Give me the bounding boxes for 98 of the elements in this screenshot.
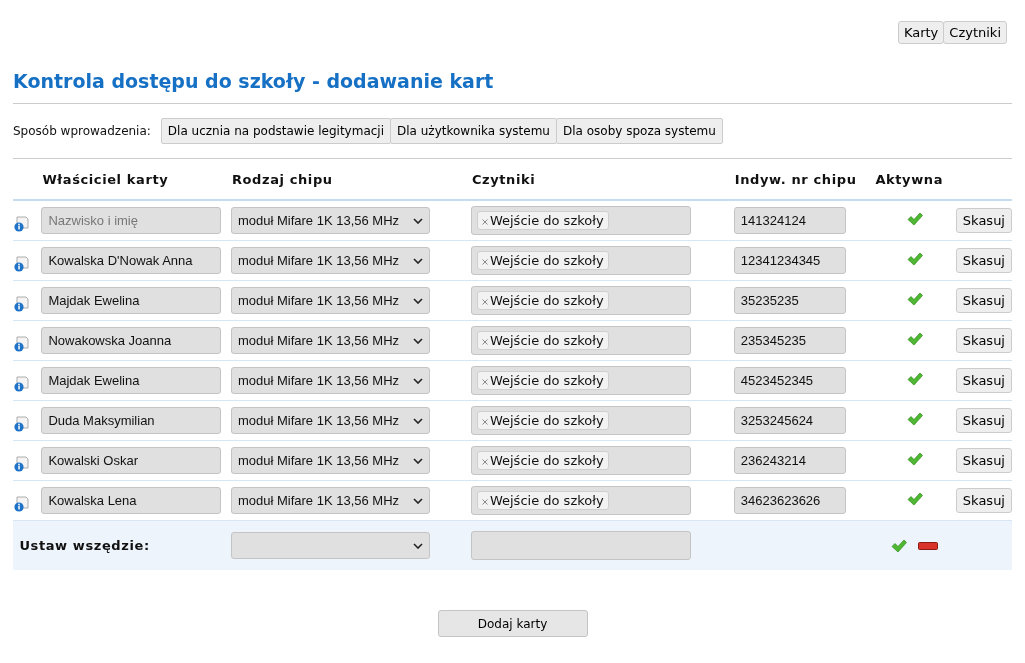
chevron-down-icon bbox=[412, 217, 423, 224]
chip-select[interactable]: moduł Mifare 1K 13,56 MHz bbox=[230, 327, 430, 354]
chip-number-field[interactable]: 12341234345 bbox=[733, 247, 846, 274]
column-header: Właściciel karty bbox=[42, 171, 169, 187]
chip-number-field[interactable]: 34623623626 bbox=[733, 487, 846, 514]
reader-tag[interactable]: Wejście do szkoły bbox=[476, 451, 609, 470]
set-everywhere-label: Ustaw wszędzie: bbox=[19, 538, 150, 553]
checkmark-icon[interactable] bbox=[907, 252, 924, 266]
checkmark-icon[interactable] bbox=[907, 372, 924, 386]
chevron-down-icon bbox=[412, 457, 423, 464]
remove-icon[interactable] bbox=[481, 299, 488, 305]
remove-icon[interactable] bbox=[481, 259, 488, 265]
page-title: Kontrola dostępu do szkoły - dodawanie kart bbox=[13, 70, 495, 92]
reader-tag[interactable]: Wejście do szkoły bbox=[476, 371, 609, 390]
name-field[interactable]: Nazwisko i imię bbox=[41, 207, 222, 234]
readers-field[interactable] bbox=[470, 531, 691, 560]
checkmark-icon[interactable] bbox=[907, 452, 924, 466]
method-button[interactable]: Dla osoby spoza systemu bbox=[555, 118, 723, 144]
readers-field[interactable]: Wejście do szkoły bbox=[470, 446, 691, 475]
chevron-down-icon bbox=[412, 497, 423, 504]
add-cards-button[interactable]: Dodaj karty bbox=[437, 610, 588, 637]
info-icon[interactable] bbox=[13, 335, 29, 352]
readers-field[interactable]: Wejście do szkoły bbox=[470, 486, 691, 515]
chip-number-field[interactable]: 3253245624 bbox=[733, 407, 846, 434]
chip-select[interactable]: moduł Mifare 1K 13,56 MHz bbox=[230, 287, 430, 314]
chip-number-field[interactable]: 4523452345 bbox=[733, 367, 846, 394]
name-field[interactable]: Duda Maksymilian bbox=[41, 407, 222, 434]
chip-number-field[interactable]: 35235235 bbox=[733, 287, 846, 314]
readers-field[interactable]: Wejście do szkoły bbox=[470, 206, 691, 235]
chip-select[interactable]: moduł Mifare 1K 13,56 MHz bbox=[230, 207, 430, 234]
name-field[interactable]: Majdak Ewelina bbox=[41, 367, 222, 394]
name-field[interactable]: Kowalski Oskar bbox=[41, 447, 222, 474]
reader-tag[interactable]: Wejście do szkoły bbox=[476, 331, 609, 350]
column-header: Indyw. nr chipu bbox=[734, 171, 857, 187]
readers-field[interactable]: Wejście do szkoły bbox=[470, 326, 691, 355]
chip-number-field[interactable]: 141324124 bbox=[733, 207, 846, 234]
checkmark-icon[interactable] bbox=[907, 412, 924, 426]
checkmark-icon[interactable] bbox=[891, 538, 908, 553]
nav-button[interactable]: Karty bbox=[897, 21, 945, 44]
reader-tag[interactable]: Wejście do szkoły bbox=[476, 491, 609, 510]
info-icon[interactable] bbox=[13, 495, 29, 512]
delete-button[interactable]: Skasuj bbox=[955, 488, 1012, 513]
chevron-down-icon bbox=[412, 542, 423, 549]
delete-button[interactable]: Skasuj bbox=[955, 288, 1012, 313]
info-icon[interactable] bbox=[13, 455, 29, 472]
nav-button[interactable]: Czytniki bbox=[943, 21, 1007, 44]
chip-number-field[interactable]: 236243214 bbox=[733, 447, 846, 474]
info-icon[interactable] bbox=[13, 255, 29, 272]
chip-select[interactable]: moduł Mifare 1K 13,56 MHz bbox=[230, 487, 430, 514]
name-field[interactable]: Kowalska D'Nowak Anna bbox=[41, 247, 222, 274]
minus-icon[interactable] bbox=[917, 541, 940, 550]
checkmark-icon[interactable] bbox=[907, 492, 924, 506]
readers-field[interactable]: Wejście do szkoły bbox=[470, 406, 691, 435]
delete-button[interactable]: Skasuj bbox=[955, 408, 1012, 433]
info-icon[interactable] bbox=[13, 415, 29, 432]
readers-field[interactable]: Wejście do szkoły bbox=[470, 366, 691, 395]
info-icon[interactable] bbox=[13, 375, 29, 392]
remove-icon[interactable] bbox=[481, 499, 488, 505]
reader-tag[interactable]: Wejście do szkoły bbox=[476, 211, 609, 230]
chip-select[interactable]: moduł Mifare 1K 13,56 MHz bbox=[230, 367, 430, 394]
chip-select[interactable]: moduł Mifare 1K 13,56 MHz bbox=[230, 407, 430, 434]
reader-tag[interactable]: Wejście do szkoły bbox=[476, 251, 609, 270]
column-header: Czytniki bbox=[471, 171, 536, 187]
reader-tag[interactable]: Wejście do szkoły bbox=[476, 291, 609, 310]
method-button[interactable]: Dla użytkownika systemu bbox=[390, 118, 557, 144]
name-field[interactable]: Nowakowska Joanna bbox=[41, 327, 222, 354]
info-icon[interactable] bbox=[13, 295, 29, 312]
name-field[interactable]: Kowalska Lena bbox=[41, 487, 222, 514]
chip-select[interactable]: moduł Mifare 1K 13,56 MHz bbox=[230, 447, 430, 474]
chevron-down-icon bbox=[412, 297, 423, 304]
column-header: Rodzaj chipu bbox=[231, 171, 333, 187]
method-button[interactable]: Dla ucznia na podstawie legitymacji bbox=[160, 118, 391, 144]
info-icon[interactable] bbox=[13, 215, 29, 232]
chevron-down-icon bbox=[412, 417, 423, 424]
chip-number-field[interactable]: 235345235 bbox=[733, 327, 846, 354]
checkmark-icon[interactable] bbox=[907, 212, 924, 226]
delete-button[interactable]: Skasuj bbox=[955, 208, 1012, 233]
readers-field[interactable]: Wejście do szkoły bbox=[470, 246, 691, 275]
name-field[interactable]: Majdak Ewelina bbox=[41, 287, 222, 314]
remove-icon[interactable] bbox=[481, 219, 488, 225]
delete-button[interactable]: Skasuj bbox=[955, 448, 1012, 473]
checkmark-icon[interactable] bbox=[907, 332, 924, 346]
delete-button[interactable]: Skasuj bbox=[955, 248, 1012, 273]
column-header: Aktywna bbox=[875, 171, 944, 187]
reader-tag[interactable]: Wejście do szkoły bbox=[476, 411, 609, 430]
checkmark-icon[interactable] bbox=[907, 292, 924, 306]
delete-button[interactable]: Skasuj bbox=[955, 328, 1012, 353]
chevron-down-icon bbox=[412, 257, 423, 264]
chevron-down-icon bbox=[412, 337, 423, 344]
remove-icon[interactable] bbox=[481, 459, 488, 465]
readers-field[interactable]: Wejście do szkoły bbox=[470, 286, 691, 315]
chevron-down-icon bbox=[412, 377, 423, 384]
method-label: Sposób wprowadzenia: bbox=[13, 124, 151, 138]
delete-button[interactable]: Skasuj bbox=[955, 368, 1012, 393]
remove-icon[interactable] bbox=[481, 339, 488, 345]
chip-select[interactable]: moduł Mifare 1K 13,56 MHz bbox=[230, 247, 430, 274]
remove-icon[interactable] bbox=[481, 419, 488, 425]
remove-icon[interactable] bbox=[481, 379, 488, 385]
